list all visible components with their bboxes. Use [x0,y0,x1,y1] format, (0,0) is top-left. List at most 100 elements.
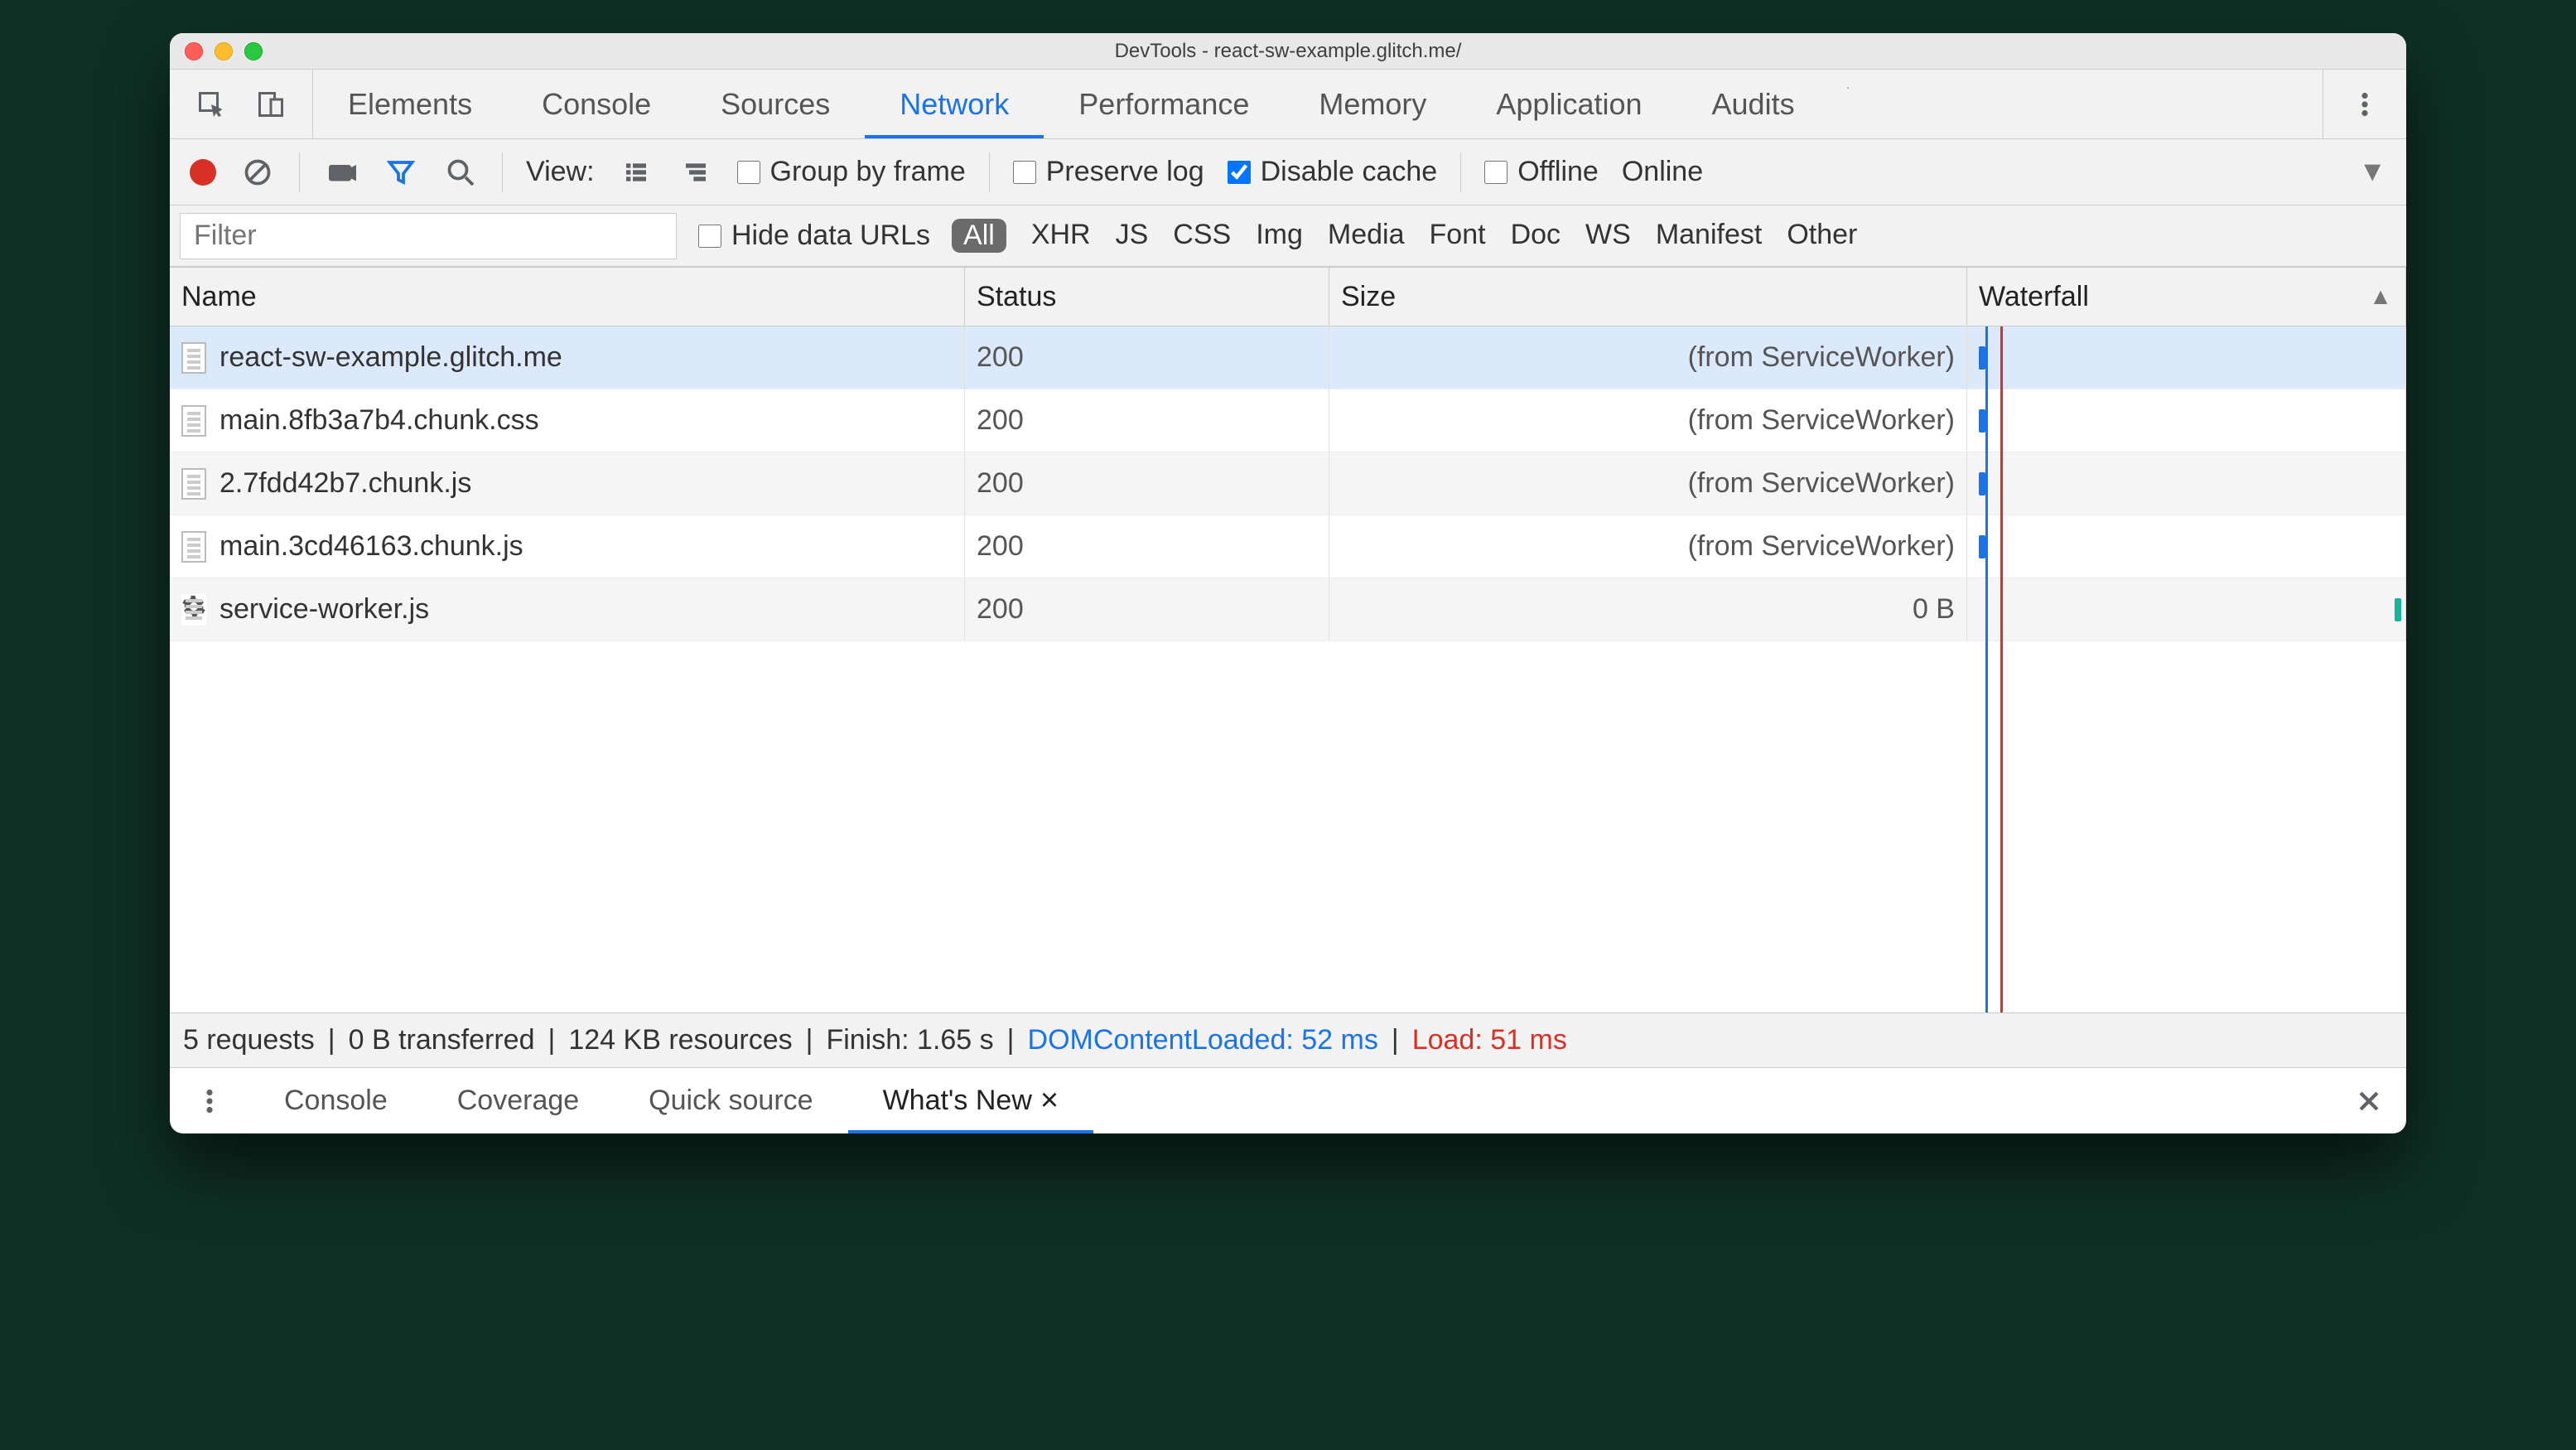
disable-cache-checkbox[interactable]: Disable cache [1228,156,1438,188]
type-filter-font[interactable]: Font [1430,219,1486,253]
request-size: (from ServiceWorker) [1329,515,1967,578]
gear-icon [181,594,206,626]
large-rows-icon[interactable] [618,154,654,191]
request-size: 0 B [1329,578,1967,640]
group-by-frame-label: Group by frame [770,156,966,188]
requests-grid: Name Status Size Waterfall ▲ react-sw-ex… [170,267,2406,1013]
drawer-tab-what-s-new[interactable]: What's New× [848,1068,1094,1133]
summary-transferred: 0 B transferred [349,1024,535,1056]
request-name: service-worker.js [219,593,429,626]
overview-icon[interactable] [678,154,714,191]
request-name: main.8fb3a7b4.chunk.css [219,404,539,437]
more-tabs-icon[interactable] [1830,70,1866,106]
panel-tab-elements[interactable]: Elements [313,70,507,138]
hide-data-urls-checkbox[interactable]: Hide data URLs [698,220,930,252]
panel-tab-console[interactable]: Console [507,70,686,138]
summary-bar: 5 requests| 0 B transferred| 124 KB reso… [170,1013,2406,1067]
type-filter-xhr[interactable]: XHR [1031,219,1091,253]
type-filter-manifest[interactable]: Manifest [1656,219,1763,253]
request-waterfall-cell [1967,326,2406,389]
panel-tab-application[interactable]: Application [1461,70,1676,138]
preserve-log-checkbox[interactable]: Preserve log [1013,156,1204,188]
separator [989,152,990,192]
device-toolbar-icon[interactable] [253,86,289,123]
drawer-tab-label: What's New [883,1085,1032,1117]
close-window-button[interactable] [185,42,203,60]
type-filter-all[interactable]: All [952,219,1006,253]
drawer-tab-label: Console [284,1085,388,1117]
type-filter-media[interactable]: Media [1328,219,1405,253]
type-filter-ws[interactable]: WS [1585,219,1631,253]
col-header-status[interactable]: Status [965,268,1329,326]
request-name: main.3cd46163.chunk.js [219,530,523,563]
titlebar: DevTools - react-sw-example.glitch.me/ [170,33,2406,70]
panel-tab-memory[interactable]: Memory [1284,70,1461,138]
summary-dcl: DOMContentLoaded: 52 ms [1028,1024,1378,1056]
col-header-waterfall[interactable]: Waterfall ▲ [1967,268,2406,326]
drawer-tab-quick-source[interactable]: Quick source [614,1068,847,1133]
clear-icon[interactable] [239,154,276,191]
request-row[interactable]: main.3cd46163.chunk.js200(from ServiceWo… [170,515,2406,578]
summary-load: Load: 51 ms [1412,1024,1567,1056]
search-icon[interactable] [442,154,479,191]
file-icon [181,342,206,374]
toolbar-chevron-down-icon[interactable]: ▼ [2358,156,2386,188]
request-row[interactable]: main.8fb3a7b4.chunk.css200(from ServiceW… [170,389,2406,452]
drawer-tab-console[interactable]: Console [249,1068,422,1133]
throttling-select[interactable]: Online [1622,156,1703,188]
settings-menu-icon[interactable] [2347,86,2383,123]
panel-tab-audits[interactable]: Audits [1677,70,1830,138]
drawer-close-button[interactable] [2332,1068,2406,1133]
type-filter-strip: All XHR JS CSS Img Media Font Doc WS Manifest Othe… [952,219,1857,253]
request-waterfall-cell [1967,515,2406,578]
summary-resources: 124 KB resources [568,1024,792,1056]
inspect-element-icon[interactable] [193,86,229,123]
type-filter-img[interactable]: Img [1256,219,1303,253]
type-filter-css[interactable]: CSS [1173,219,1231,253]
close-icon[interactable]: × [1040,1083,1059,1119]
request-row[interactable]: react-sw-example.glitch.me200(from Servi… [170,326,2406,389]
col-header-name[interactable]: Name [170,268,965,326]
separator [299,152,300,192]
network-toolbar: View: Group by frame Preserve log Disabl… [170,139,2406,205]
request-waterfall-cell [1967,578,2406,640]
filter-input[interactable] [180,213,677,259]
preserve-log-label: Preserve log [1046,156,1204,188]
screenshot-icon[interactable] [323,154,359,191]
drawer-tab-label: Coverage [457,1085,579,1117]
view-label: View: [526,156,595,188]
type-filter-js[interactable]: JS [1116,219,1149,253]
request-size: (from ServiceWorker) [1329,389,1967,452]
col-header-size[interactable]: Size [1329,268,1967,326]
offline-checkbox[interactable]: Offline [1484,156,1599,188]
drawer-tab-coverage[interactable]: Coverage [422,1068,614,1133]
panel-tab-network[interactable]: Network [865,70,1044,138]
zoom-window-button[interactable] [244,42,263,60]
window-title: DevTools - react-sw-example.glitch.me/ [170,40,2406,63]
summary-finish: Finish: 1.65 s [826,1024,993,1056]
filter-icon[interactable] [383,154,419,191]
request-status: 200 [965,578,1329,640]
grid-body: react-sw-example.glitch.me200(from Servi… [170,326,2406,1013]
type-filter-doc[interactable]: Doc [1511,219,1561,253]
grid-header: Name Status Size Waterfall ▲ [170,267,2406,326]
hide-data-urls-label: Hide data URLs [731,220,930,252]
panel-tab-sources[interactable]: Sources [686,70,865,138]
file-icon [181,405,206,437]
request-row[interactable]: 2.7fdd42b7.chunk.js200(from ServiceWorke… [170,452,2406,515]
disable-cache-label: Disable cache [1261,156,1438,188]
panel-tab-performance[interactable]: Performance [1044,70,1284,138]
group-by-frame-checkbox[interactable]: Group by frame [737,156,966,188]
filter-bar: Hide data URLs All XHR JS CSS Img Media Font Do… [170,205,2406,267]
main-panel-tabs: ElementsConsoleSourcesNetworkPerformance… [170,70,2406,139]
file-icon [181,531,206,563]
record-button[interactable] [190,159,216,186]
traffic-lights [170,42,263,60]
minimize-window-button[interactable] [215,42,233,60]
request-size: (from ServiceWorker) [1329,452,1967,515]
request-row[interactable]: service-worker.js 2000 B [170,578,2406,641]
offline-label: Offline [1517,156,1599,188]
type-filter-other[interactable]: Other [1787,219,1857,253]
file-icon [181,468,206,500]
drawer-menu-icon[interactable] [191,1083,228,1119]
